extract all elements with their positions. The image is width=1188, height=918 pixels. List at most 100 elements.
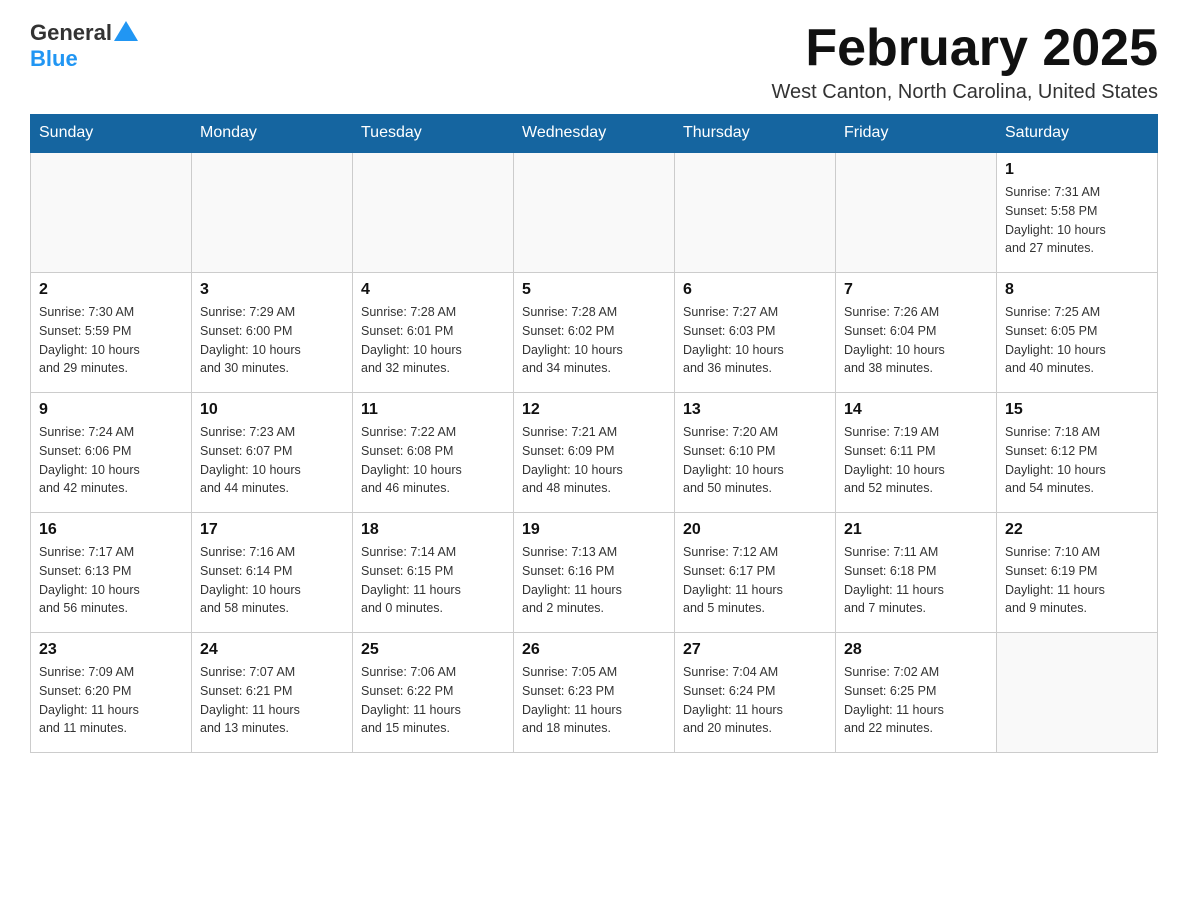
cell-week2-day6: 8 Sunrise: 7:25 AM Sunset: 6:05 PM Daylig…	[997, 273, 1158, 393]
day-info: Sunrise: 7:24 AM Sunset: 6:06 PM Dayligh…	[39, 423, 183, 498]
day-info: Sunrise: 7:09 AM Sunset: 6:20 PM Dayligh…	[39, 663, 183, 738]
day-number: 1	[1005, 161, 1149, 179]
logo-blue-text: Blue	[30, 46, 78, 72]
day-info: Sunrise: 7:28 AM Sunset: 6:01 PM Dayligh…	[361, 303, 505, 378]
header-saturday: Saturday	[997, 114, 1158, 153]
day-info: Sunrise: 7:11 AM Sunset: 6:18 PM Dayligh…	[844, 543, 988, 618]
cell-week3-day6: 15 Sunrise: 7:18 AM Sunset: 6:12 PM Dayli…	[997, 393, 1158, 513]
day-number: 7	[844, 281, 988, 299]
cell-week1-day1	[192, 153, 353, 273]
day-info: Sunrise: 7:31 AM Sunset: 5:58 PM Dayligh…	[1005, 183, 1149, 258]
cell-week5-day5: 28 Sunrise: 7:02 AM Sunset: 6:25 PM Dayli…	[836, 633, 997, 753]
cell-week4-day2: 18Sunrise: 7:14 AM Sunset: 6:15 PM Dayli…	[353, 513, 514, 633]
day-number: 8	[1005, 281, 1149, 299]
day-info: Sunrise: 7:10 AM Sunset: 6:19 PM Dayligh…	[1005, 543, 1149, 618]
cell-week5-day4: 27Sunrise: 7:04 AM Sunset: 6:24 PM Dayli…	[675, 633, 836, 753]
cell-week1-day2	[353, 153, 514, 273]
cell-week3-day4: 13Sunrise: 7:20 AM Sunset: 6:10 PM Dayli…	[675, 393, 836, 513]
day-number: 17	[200, 521, 344, 539]
day-info: Sunrise: 7:28 AM Sunset: 6:02 PM Dayligh…	[522, 303, 666, 378]
week-row-1: 1 Sunrise: 7:31 AM Sunset: 5:58 PM Daylig…	[31, 153, 1158, 273]
header-friday: Friday	[836, 114, 997, 153]
day-number: 16	[39, 521, 183, 539]
cell-week2-day3: 5Sunrise: 7:28 AM Sunset: 6:02 PM Daylig…	[514, 273, 675, 393]
day-number: 19	[522, 521, 666, 539]
cell-week3-day2: 11 Sunrise: 7:22 AM Sunset: 6:08 PM Dayli…	[353, 393, 514, 513]
day-info: Sunrise: 7:16 AM Sunset: 6:14 PM Dayligh…	[200, 543, 344, 618]
day-info: Sunrise: 7:18 AM Sunset: 6:12 PM Dayligh…	[1005, 423, 1149, 498]
day-number: 25	[361, 641, 505, 659]
logo-area: General Blue	[30, 20, 140, 72]
day-number: 12	[522, 401, 666, 419]
cell-week2-day4: 6 Sunrise: 7:27 AM Sunset: 6:03 PM Daylig…	[675, 273, 836, 393]
cell-week2-day2: 4 Sunrise: 7:28 AM Sunset: 6:01 PM Daylig…	[353, 273, 514, 393]
day-info: Sunrise: 7:07 AM Sunset: 6:21 PM Dayligh…	[200, 663, 344, 738]
day-info: Sunrise: 7:19 AM Sunset: 6:11 PM Dayligh…	[844, 423, 988, 498]
day-info: Sunrise: 7:02 AM Sunset: 6:25 PM Dayligh…	[844, 663, 988, 738]
day-number: 15	[1005, 401, 1149, 419]
header: General Blue February 2025 West Canton, …	[30, 20, 1158, 104]
day-info: Sunrise: 7:20 AM Sunset: 6:10 PM Dayligh…	[683, 423, 827, 498]
logo: General	[30, 20, 140, 46]
cell-week1-day4	[675, 153, 836, 273]
cell-week3-day0: 9 Sunrise: 7:24 AM Sunset: 6:06 PM Daylig…	[31, 393, 192, 513]
day-number: 2	[39, 281, 183, 299]
day-number: 11	[361, 401, 505, 419]
day-number: 10	[200, 401, 344, 419]
day-number: 14	[844, 401, 988, 419]
title-area: February 2025 West Canton, North Carolin…	[772, 20, 1158, 104]
calendar: SundayMondayTuesdayWednesdayThursdayFrid…	[30, 114, 1158, 753]
day-info: Sunrise: 7:06 AM Sunset: 6:22 PM Dayligh…	[361, 663, 505, 738]
day-number: 9	[39, 401, 183, 419]
day-number: 22	[1005, 521, 1149, 539]
day-number: 24	[200, 641, 344, 659]
cell-week5-day1: 24 Sunrise: 7:07 AM Sunset: 6:21 PM Dayli…	[192, 633, 353, 753]
week-row-3: 9 Sunrise: 7:24 AM Sunset: 6:06 PM Daylig…	[31, 393, 1158, 513]
cell-week4-day5: 21Sunrise: 7:11 AM Sunset: 6:18 PM Dayli…	[836, 513, 997, 633]
calendar-body: 1 Sunrise: 7:31 AM Sunset: 5:58 PM Daylig…	[31, 153, 1158, 753]
cell-week2-day1: 3 Sunrise: 7:29 AM Sunset: 6:00 PM Daylig…	[192, 273, 353, 393]
day-number: 6	[683, 281, 827, 299]
week-row-4: 16 Sunrise: 7:17 AM Sunset: 6:13 PM Dayli…	[31, 513, 1158, 633]
day-header-row: SundayMondayTuesdayWednesdayThursdayFrid…	[31, 114, 1158, 153]
cell-week5-day0: 23 Sunrise: 7:09 AM Sunset: 6:20 PM Dayli…	[31, 633, 192, 753]
logo-general-text: General	[30, 20, 112, 46]
day-number: 26	[522, 641, 666, 659]
calendar-header: SundayMondayTuesdayWednesdayThursdayFrid…	[31, 114, 1158, 153]
month-title: February 2025	[772, 20, 1158, 77]
day-number: 4	[361, 281, 505, 299]
cell-week3-day3: 12 Sunrise: 7:21 AM Sunset: 6:09 PM Dayli…	[514, 393, 675, 513]
day-number: 27	[683, 641, 827, 659]
cell-week4-day4: 20Sunrise: 7:12 AM Sunset: 6:17 PM Dayli…	[675, 513, 836, 633]
day-info: Sunrise: 7:05 AM Sunset: 6:23 PM Dayligh…	[522, 663, 666, 738]
header-tuesday: Tuesday	[353, 114, 514, 153]
header-monday: Monday	[192, 114, 353, 153]
cell-week1-day5	[836, 153, 997, 273]
day-info: Sunrise: 7:13 AM Sunset: 6:16 PM Dayligh…	[522, 543, 666, 618]
cell-week4-day1: 17 Sunrise: 7:16 AM Sunset: 6:14 PM Dayli…	[192, 513, 353, 633]
logo-triangle-icon	[114, 21, 138, 41]
cell-week5-day3: 26 Sunrise: 7:05 AM Sunset: 6:23 PM Dayli…	[514, 633, 675, 753]
cell-week1-day3	[514, 153, 675, 273]
day-info: Sunrise: 7:17 AM Sunset: 6:13 PM Dayligh…	[39, 543, 183, 618]
day-info: Sunrise: 7:12 AM Sunset: 6:17 PM Dayligh…	[683, 543, 827, 618]
cell-week4-day3: 19 Sunrise: 7:13 AM Sunset: 6:16 PM Dayli…	[514, 513, 675, 633]
header-wednesday: Wednesday	[514, 114, 675, 153]
day-info: Sunrise: 7:14 AM Sunset: 6:15 PM Dayligh…	[361, 543, 505, 618]
day-info: Sunrise: 7:30 AM Sunset: 5:59 PM Dayligh…	[39, 303, 183, 378]
day-info: Sunrise: 7:27 AM Sunset: 6:03 PM Dayligh…	[683, 303, 827, 378]
header-thursday: Thursday	[675, 114, 836, 153]
day-info: Sunrise: 7:29 AM Sunset: 6:00 PM Dayligh…	[200, 303, 344, 378]
header-sunday: Sunday	[31, 114, 192, 153]
day-number: 23	[39, 641, 183, 659]
cell-week2-day5: 7 Sunrise: 7:26 AM Sunset: 6:04 PM Daylig…	[836, 273, 997, 393]
week-row-5: 23 Sunrise: 7:09 AM Sunset: 6:20 PM Dayli…	[31, 633, 1158, 753]
day-number: 3	[200, 281, 344, 299]
day-info: Sunrise: 7:21 AM Sunset: 6:09 PM Dayligh…	[522, 423, 666, 498]
day-number: 28	[844, 641, 988, 659]
cell-week3-day5: 14 Sunrise: 7:19 AM Sunset: 6:11 PM Dayli…	[836, 393, 997, 513]
day-info: Sunrise: 7:26 AM Sunset: 6:04 PM Dayligh…	[844, 303, 988, 378]
day-info: Sunrise: 7:23 AM Sunset: 6:07 PM Dayligh…	[200, 423, 344, 498]
day-info: Sunrise: 7:22 AM Sunset: 6:08 PM Dayligh…	[361, 423, 505, 498]
day-info: Sunrise: 7:25 AM Sunset: 6:05 PM Dayligh…	[1005, 303, 1149, 378]
